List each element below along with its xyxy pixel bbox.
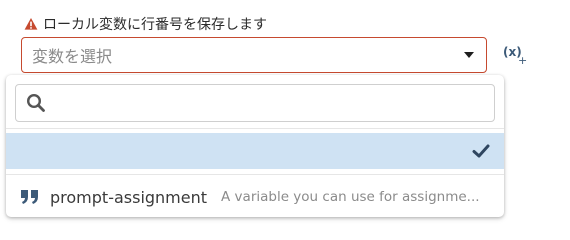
list-item-empty-selected[interactable]	[6, 133, 504, 169]
option-description: A variable you can use for assignme...	[221, 189, 480, 205]
insert-variable-button[interactable]: (x) +	[503, 45, 527, 67]
dropdown-search[interactable]	[15, 84, 495, 122]
search-input[interactable]	[52, 87, 488, 119]
variable-select[interactable]: 変数を選択	[21, 37, 487, 73]
field-label: ローカル変数に行番号を保存します	[43, 17, 267, 33]
variable-select-widget: ローカル変数に行番号を保存します 変数を選択 (x) + prompt-assi…	[0, 0, 570, 240]
variable-dropdown: prompt-assignment A variable you can use…	[6, 75, 504, 217]
quote-icon	[21, 190, 38, 204]
select-placeholder: 変数を選択	[32, 47, 113, 66]
plus-icon: +	[518, 54, 528, 67]
divider	[6, 174, 504, 175]
option-name: prompt-assignment	[50, 187, 208, 207]
search-icon	[26, 93, 45, 112]
warning-icon	[24, 18, 38, 30]
caret-down-icon[interactable]	[464, 52, 474, 58]
check-icon	[472, 144, 490, 158]
list-item[interactable]: prompt-assignment A variable you can use…	[6, 179, 504, 215]
field-label-row: ローカル変数に行番号を保存します	[24, 14, 267, 34]
divider	[6, 128, 504, 129]
